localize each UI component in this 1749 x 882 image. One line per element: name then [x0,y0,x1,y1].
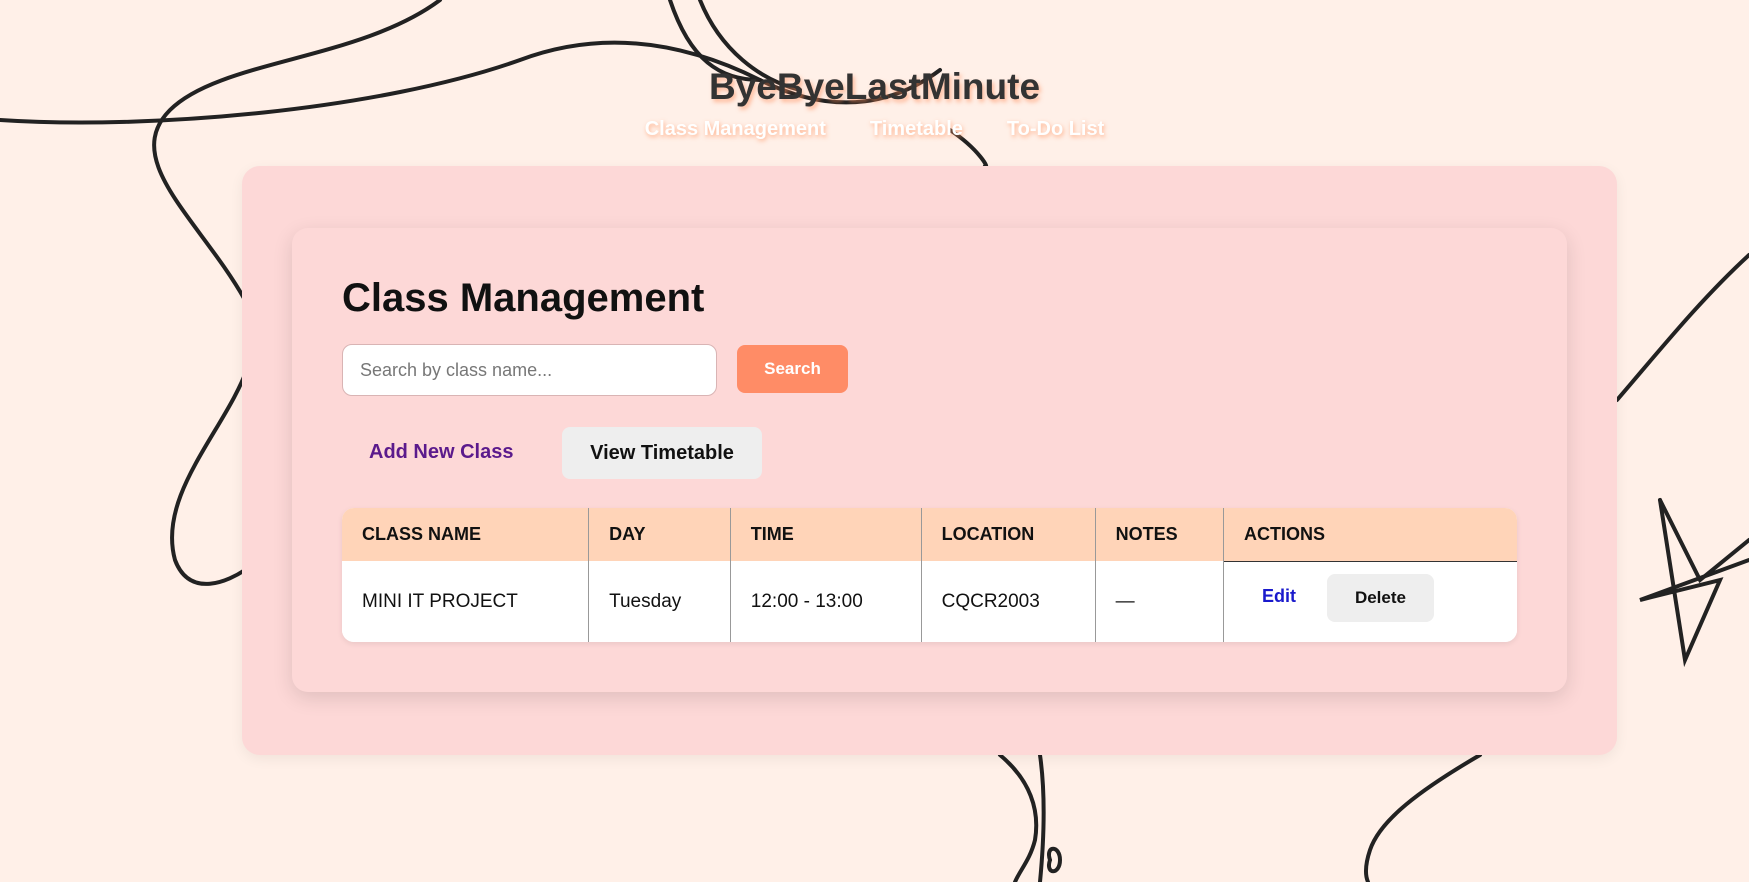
cell-location: CQCR2003 [921,561,1096,642]
header-notes: NOTES [1095,508,1224,561]
header-day: DAY [588,508,731,561]
view-timetable-button[interactable]: View Timetable [562,427,762,479]
page-title: Class Management [342,276,705,320]
header-class-name: CLASS NAME [342,508,590,561]
table-row: MINI IT PROJECT Tuesday 12:00 - 13:00 CQ… [342,560,1517,642]
header-actions: ACTIONS [1243,523,1325,544]
cell-notes: — [1095,561,1224,642]
main-nav: Class Management Timetable To-Do List [0,118,1749,141]
search-button[interactable]: Search [737,345,848,393]
table-header-row: CLASS NAME DAY TIME LOCATION NOTES ACTIO… [342,508,1517,561]
nav-class-management[interactable]: Class Management [645,118,826,141]
edit-link[interactable]: Edit [1262,586,1296,607]
cell-actions: Edit Delete [1222,560,1517,642]
nav-timetable[interactable]: Timetable [870,118,963,141]
cell-day: Tuesday [588,561,731,642]
cell-time: 12:00 - 13:00 [730,561,922,642]
header-location: LOCATION [921,508,1096,561]
header-time: TIME [730,508,922,561]
nav-todo-list[interactable]: To-Do List [1007,118,1104,141]
classes-table: CLASS NAME DAY TIME LOCATION NOTES ACTIO… [342,508,1517,642]
class-management-card: Class Management Search Add New Class Vi… [292,228,1567,692]
site-title: ByeByeLastMinute [708,66,1041,107]
add-new-class-link[interactable]: Add New Class [369,441,513,464]
cell-class-name: MINI IT PROJECT [342,561,590,642]
delete-button[interactable]: Delete [1326,573,1434,622]
search-input[interactable] [342,344,717,396]
